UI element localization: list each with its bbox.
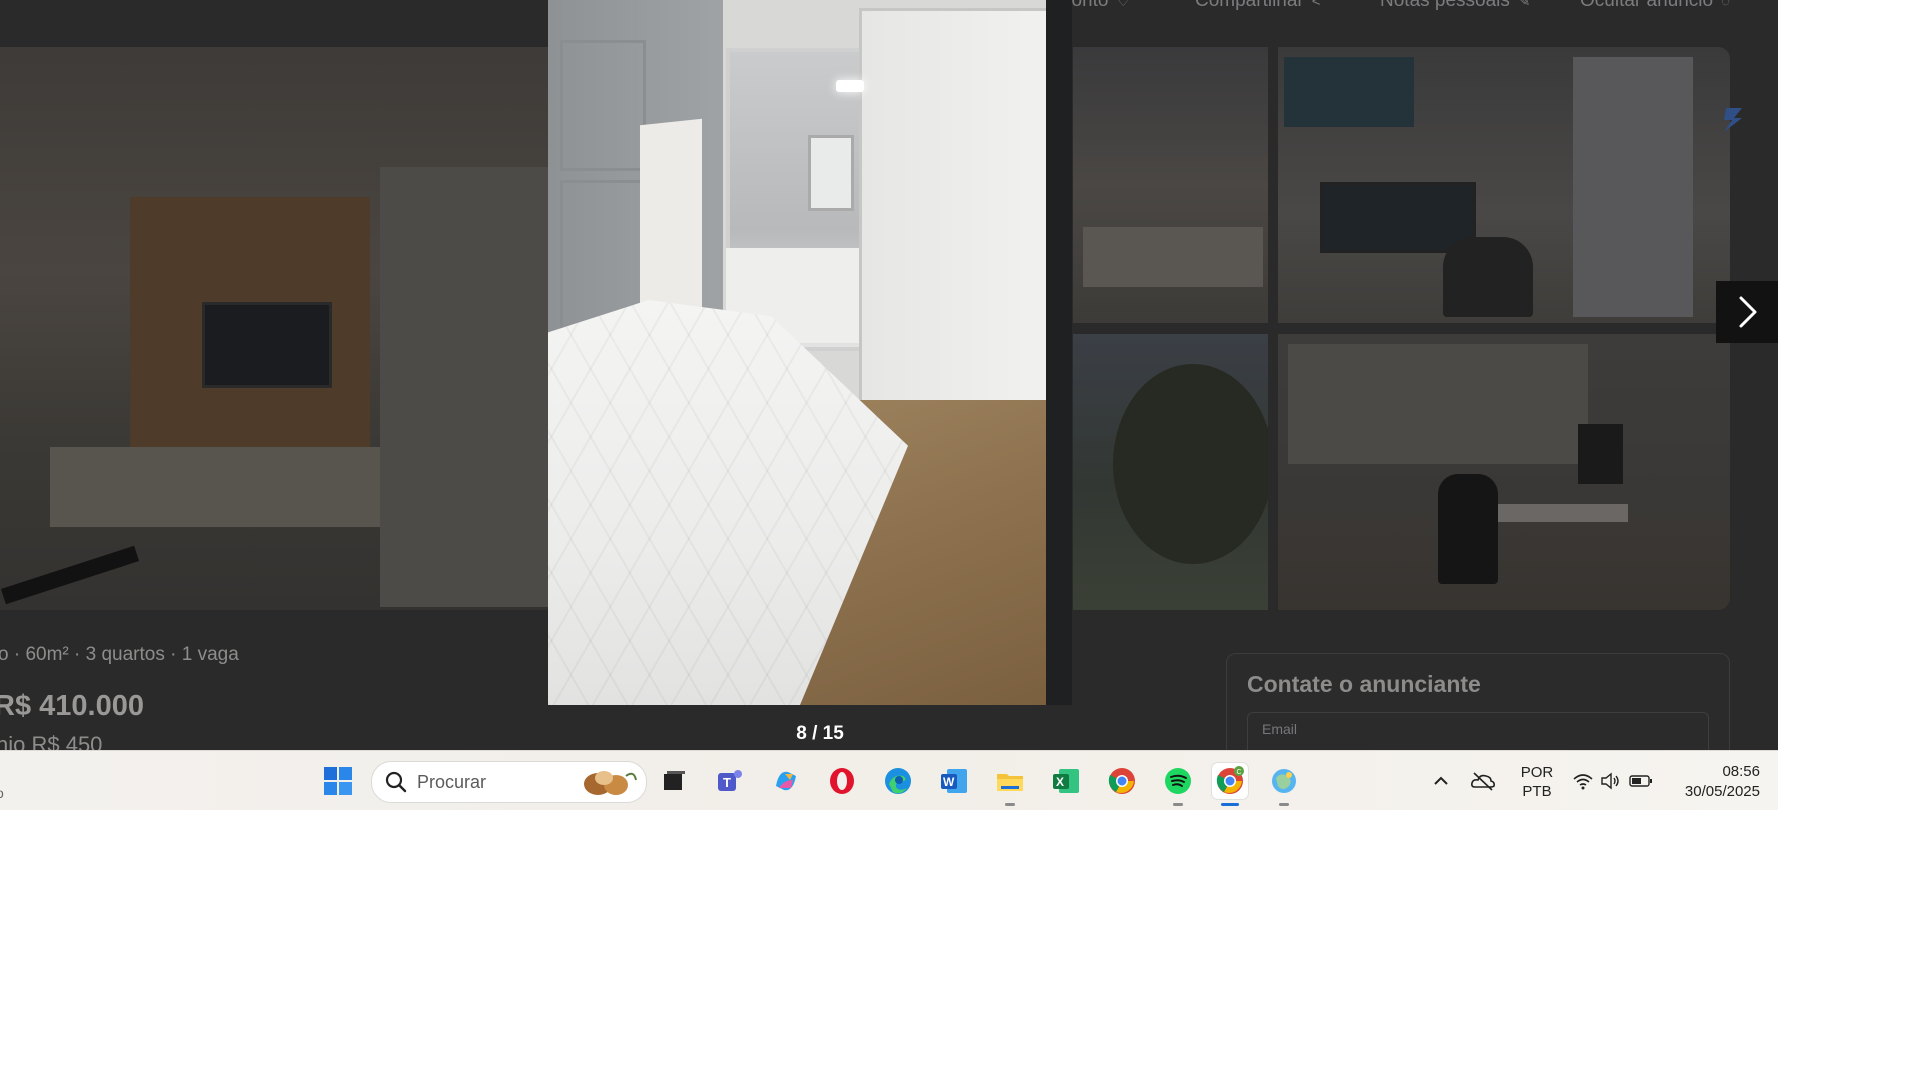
battery-icon[interactable] — [1628, 763, 1654, 799]
gallery-photo-living-room[interactable] — [0, 47, 580, 610]
start-icon[interactable] — [320, 763, 356, 799]
image-counter: 8 / 15 — [796, 723, 844, 744]
language-line2: PTB — [1522, 783, 1552, 800]
favorite-action[interactable]: vorito ♡ — [1062, 0, 1130, 12]
listing-price: R$ 410.000 — [0, 690, 144, 722]
hide-listing-action[interactable]: Ocultar anúncio ◌ — [1580, 0, 1730, 12]
svg-text:X: X — [1056, 775, 1064, 789]
svg-text:T: T — [723, 775, 731, 790]
excel-icon[interactable]: X — [1048, 763, 1084, 799]
search-placeholder: Procurar — [417, 772, 487, 792]
share-label: Compartilhar — [1195, 0, 1304, 11]
contact-title: Contate o anunciante — [1247, 671, 1481, 697]
clock-date: 30/05/2025 — [1684, 783, 1760, 800]
edge-icon[interactable] — [880, 763, 916, 799]
svg-text:W: W — [943, 775, 955, 789]
next-image-button[interactable] — [1716, 281, 1778, 343]
task-view-icon[interactable] — [656, 763, 692, 799]
word-icon[interactable]: W — [936, 763, 972, 799]
search-icon — [385, 771, 407, 793]
eye-off-icon: ◌ — [1721, 0, 1730, 10]
opera-icon[interactable] — [824, 763, 860, 799]
onedrive-offline-icon[interactable] — [1468, 763, 1498, 799]
site-logo-icon — [1706, 92, 1760, 146]
gallery-photo-office[interactable] — [1278, 47, 1730, 323]
heart-icon: ♡ — [1116, 0, 1130, 10]
notes-action[interactable]: Notas pessoais ✎ — [1380, 0, 1530, 12]
taskbar-search-box[interactable]: Procurar — [371, 761, 647, 803]
wifi-icon[interactable] — [1570, 763, 1596, 799]
listing-summary: o · 60m² · 3 quartos · 1 vaga — [0, 644, 239, 665]
taskbar-left-edge: o — [0, 785, 4, 801]
search-highlight-icon — [584, 771, 637, 795]
svg-text:C: C — [1237, 769, 1242, 776]
teams-icon[interactable]: T — [712, 763, 748, 799]
gallery-photo-exterior[interactable] — [1073, 334, 1268, 610]
notes-label: Notas pessoais — [1380, 0, 1510, 11]
chevron-right-icon — [1739, 296, 1757, 328]
edit-note-icon: ✎ — [1517, 0, 1531, 10]
screen: vorito ♡ Compartilhar < Notas pessoais ✎ Oc… — [0, 0, 1778, 810]
language-indicator[interactable]: POR PTB — [1515, 763, 1559, 801]
clock[interactable]: 08:56 30/05/2025 — [1660, 762, 1760, 802]
volume-icon[interactable] — [1598, 763, 1624, 799]
email-field-label: Email — [1262, 721, 1298, 737]
share-action[interactable]: Compartilhar < — [1195, 0, 1321, 12]
spotify-icon[interactable] — [1160, 763, 1196, 806]
clock-time: 08:56 — [1722, 763, 1760, 780]
gallery-photo-study[interactable] — [1278, 334, 1730, 610]
file-explorer-icon[interactable] — [992, 763, 1028, 806]
show-hidden-icons-chevron-icon[interactable] — [1428, 763, 1454, 799]
share-icon: < — [1311, 0, 1321, 10]
copilot-icon[interactable] — [768, 763, 804, 799]
taskbar: o Procurar T — [0, 750, 1778, 810]
language-line1: POR — [1520, 764, 1554, 781]
gallery-photo-dining[interactable] — [1073, 47, 1268, 323]
weather-widget-icon[interactable] — [1266, 763, 1302, 806]
lightbox-image-bedroom — [548, 0, 1072, 705]
chrome-profile-icon[interactable]: C — [1212, 763, 1248, 806]
chrome-icon[interactable] — [1104, 763, 1140, 799]
hide-label: Ocultar anúncio — [1580, 0, 1714, 11]
